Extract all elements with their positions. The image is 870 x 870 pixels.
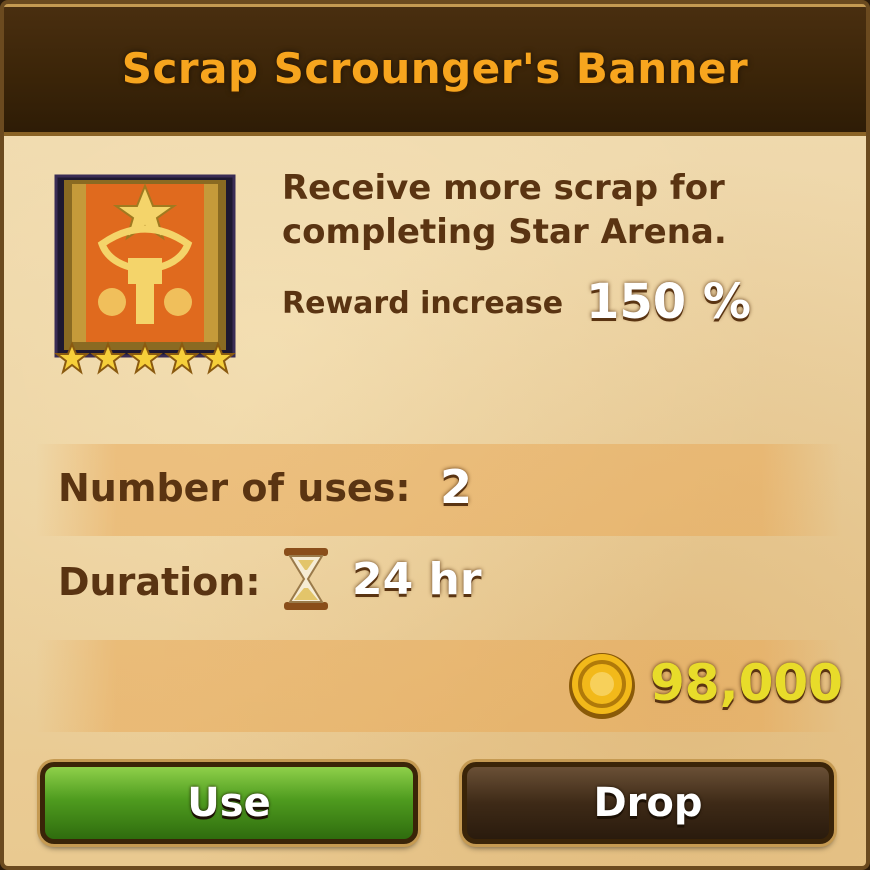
use-button[interactable]: Use — [40, 762, 418, 844]
duration-value: 24 hr — [352, 554, 482, 605]
item-dialog: Scrap Scrounger's Banner Receive more sc… — [0, 0, 870, 870]
gold-coin-icon — [569, 653, 635, 719]
duration-label: Duration: — [58, 560, 261, 604]
uses-label: Number of uses: — [58, 466, 411, 510]
reward-label: Reward increase — [282, 286, 564, 321]
price-value: 98,000 — [650, 654, 843, 712]
banner-icon — [54, 174, 236, 375]
drop-button[interactable]: Drop — [462, 762, 834, 844]
uses-value: 2 — [440, 460, 473, 514]
reward-value: 150 % — [586, 274, 751, 330]
dialog-header: Scrap Scrounger's Banner — [4, 4, 866, 136]
item-title: Scrap Scrounger's Banner — [121, 44, 749, 93]
hourglass-icon — [284, 548, 328, 610]
item-description: Receive more scrap for completing Star A… — [282, 168, 727, 252]
